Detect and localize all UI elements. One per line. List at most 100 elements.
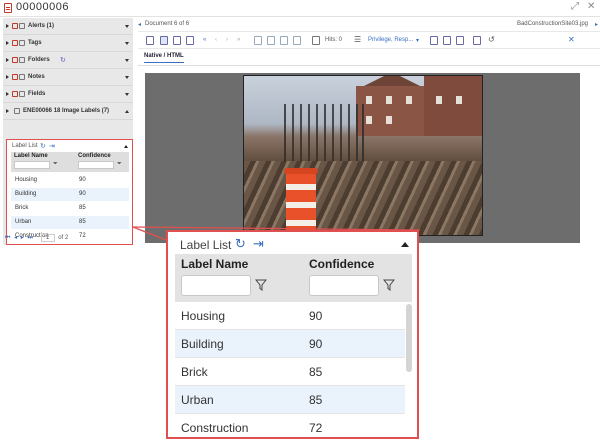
table-row[interactable]: Brick 85 (11, 202, 129, 215)
table-row[interactable]: Housing 90 (175, 302, 405, 330)
page-count: of 2 (58, 235, 69, 241)
column-confidence: Confidence (78, 153, 111, 159)
section-tags[interactable]: Tags (3, 35, 133, 52)
section-fields[interactable]: Fields (3, 86, 133, 103)
collapse-caret-icon[interactable] (124, 145, 128, 148)
table-row[interactable]: Urban 85 (11, 216, 129, 229)
last-icon[interactable]: » (237, 37, 240, 43)
label-list-heading: Label List (180, 238, 232, 252)
page-icon[interactable] (267, 36, 275, 45)
refresh-icon[interactable]: ↻ (235, 236, 246, 252)
list-icon[interactable]: ☰ (354, 35, 361, 44)
collapse-caret-icon[interactable] (401, 242, 409, 247)
cell-confidence: 72 (309, 421, 323, 435)
page-icon[interactable] (280, 36, 288, 45)
refresh-icon[interactable]: ↻ (60, 56, 66, 64)
photo-window (366, 116, 372, 124)
last-page-icon[interactable]: ⏭ (27, 235, 32, 241)
close-icon[interactable]: ✕ (568, 35, 575, 44)
chevron-down-icon[interactable] (125, 42, 129, 45)
page-icon[interactable] (293, 36, 301, 45)
expand-icon[interactable]: ⤢ (571, 1, 579, 12)
chevron-up-icon[interactable] (125, 110, 129, 113)
confidence-filter-input[interactable] (309, 275, 379, 296)
chevron-down-icon[interactable] (125, 76, 129, 79)
filter-icon[interactable] (383, 279, 395, 291)
column-confidence: Confidence (309, 257, 375, 271)
tab-native-html[interactable]: Native / HTML (144, 53, 184, 63)
checkbox-icon (19, 40, 25, 46)
next-page-icon[interactable]: ▸ (21, 235, 24, 241)
first-icon[interactable]: « (203, 37, 206, 43)
table-header: Label Name Confidence (175, 254, 412, 302)
section-label: Folders (28, 57, 50, 63)
privilege-dropdown[interactable]: Privilege, Resp... (368, 37, 413, 43)
document-filename: BadConstructionSite03.jpg (516, 21, 588, 27)
expand-arrow-icon (6, 92, 9, 96)
email-icon[interactable] (456, 36, 464, 45)
lock-icon[interactable] (473, 36, 481, 45)
section-notes[interactable]: Notes (3, 69, 133, 86)
section-folders[interactable]: Folders ↻ (3, 52, 133, 69)
chevron-down-icon[interactable] (125, 25, 129, 28)
cell-confidence: 85 (309, 393, 323, 407)
chevron-left-icon[interactable]: ◂ (138, 21, 141, 28)
cell-confidence: 72 (79, 233, 86, 239)
prev-page-icon[interactable]: ◂ (14, 235, 17, 241)
section-label: Tags (28, 40, 42, 46)
note-icon (12, 74, 18, 80)
prev-icon[interactable]: ‹ (215, 37, 217, 43)
cell-confidence: 85 (79, 205, 86, 211)
table-row[interactable]: Urban 85 (175, 386, 405, 414)
page-number-input[interactable]: 1 (40, 234, 55, 242)
export-icon[interactable]: ⇥ (49, 142, 55, 150)
table-row[interactable]: Brick 85 (175, 358, 405, 386)
section-image-labels[interactable]: ENE00066 18 Image Labels (7) (3, 103, 133, 120)
history-icon[interactable]: ↺ (488, 35, 495, 44)
first-page-icon[interactable]: ⏮ (5, 235, 10, 241)
photo-window (406, 96, 412, 104)
close-icon[interactable]: ✕ (587, 1, 595, 12)
expand-arrow-icon (6, 109, 9, 113)
expand-arrow-icon (6, 41, 9, 45)
section-alerts[interactable]: Alerts (1) (3, 18, 133, 35)
next-icon[interactable]: › (226, 37, 228, 43)
image-labels-icon (14, 108, 20, 114)
scrollbar-thumb[interactable] (406, 304, 412, 372)
text-view-icon[interactable] (186, 36, 194, 45)
chevron-down-icon[interactable] (125, 59, 129, 62)
expand-arrow-icon (6, 58, 9, 62)
filter-icon[interactable]: ⏷ (117, 161, 122, 168)
chevron-right-icon[interactable]: ▸ (595, 21, 598, 28)
table-row[interactable]: Housing 90 (11, 174, 129, 187)
filter-icon[interactable]: ⏷ (53, 161, 58, 168)
chevron-down-icon[interactable] (125, 93, 129, 96)
photo-building (356, 86, 428, 136)
save-icon[interactable] (146, 36, 154, 45)
column-label-name: Label Name (181, 257, 249, 271)
refresh-icon[interactable]: ↻ (40, 142, 46, 150)
page-icon[interactable] (254, 36, 262, 45)
label-filter-input[interactable] (181, 275, 251, 296)
section-label: ENE00066 18 Image Labels (7) (23, 108, 110, 114)
export-icon[interactable]: ⇥ (253, 236, 264, 252)
cell-label: Building (15, 191, 37, 197)
download-icon[interactable] (430, 36, 438, 45)
column-label-name: Label Name (14, 153, 48, 159)
document-header: ◂ Document 6 of 6 BadConstructionSite03.… (138, 18, 600, 32)
table-row[interactable]: Building 90 (11, 188, 129, 201)
label-filter-input[interactable] (14, 161, 50, 169)
image-view-icon[interactable] (173, 36, 181, 45)
photo-window (386, 116, 392, 124)
confidence-filter-input[interactable] (78, 161, 114, 169)
table-row[interactable]: Building 90 (175, 330, 405, 358)
cell-label: Brick (181, 365, 208, 379)
native-view-icon[interactable] (160, 36, 168, 45)
print-icon[interactable] (443, 36, 451, 45)
cell-label: Housing (15, 177, 38, 183)
table-row[interactable]: Construction 72 (175, 414, 405, 437)
filter-icon[interactable] (255, 279, 267, 291)
chevron-down-icon[interactable]: ▾ (416, 37, 419, 44)
label-list-heading: Label List (12, 143, 38, 149)
grid-icon[interactable] (312, 36, 320, 45)
